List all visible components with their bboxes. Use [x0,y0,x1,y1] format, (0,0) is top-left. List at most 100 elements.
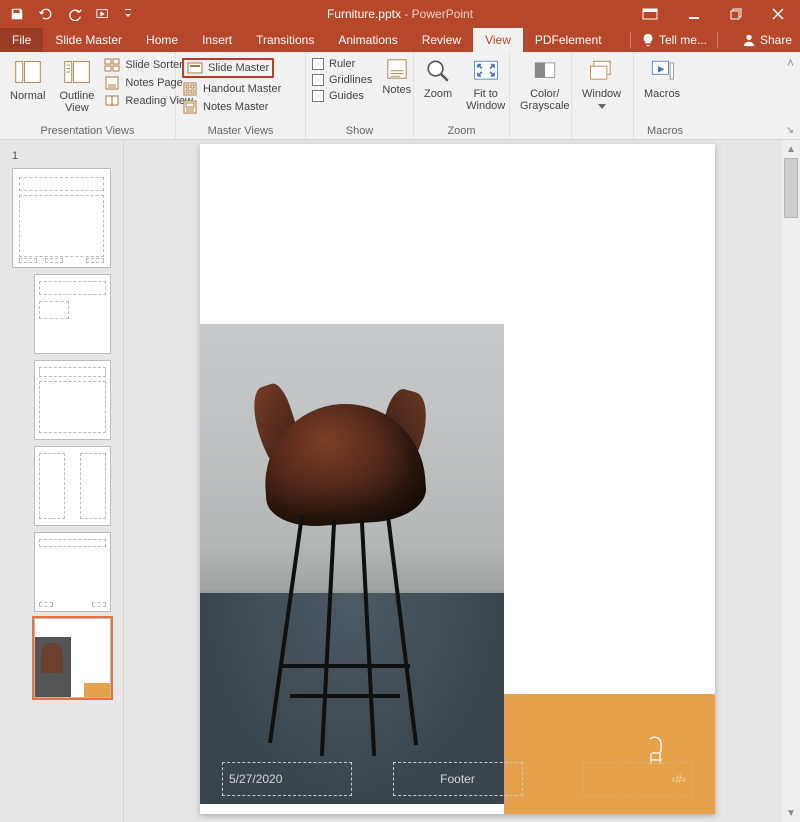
notes-pane-button[interactable]: Notes [378,54,415,96]
ribbon-options-icon[interactable] [642,8,658,20]
document-filename: Furniture.pptx [327,7,401,21]
zoom-icon [425,58,451,84]
gridlines-checkbox[interactable]: Gridlines [312,74,372,86]
normal-view-icon [14,58,42,86]
notes-master-label: Notes Master [203,101,268,113]
tab-slide-master[interactable]: Slide Master [43,28,134,52]
fit-to-window-button[interactable]: Fit to Window [462,54,509,112]
master-thumbnail[interactable] [12,168,111,268]
normal-view-label: Normal [10,90,45,102]
app-name: PowerPoint [412,7,473,21]
tab-review[interactable]: Review [410,28,473,52]
color-grayscale-button[interactable]: Color/ Grayscale [516,54,574,112]
notes-icon [386,58,408,80]
slide-master-button[interactable]: Slide Master [182,58,281,78]
undo-icon[interactable] [38,7,54,21]
window-button[interactable]: Window [578,54,625,109]
window-title: Furniture.pptx - PowerPoint [327,7,473,21]
ribbon: Normal Outline View Slide Sorter Notes P… [0,52,800,140]
redo-icon[interactable] [68,7,82,21]
layout-thumbnail-1[interactable] [34,274,111,354]
chair-image[interactable] [200,324,504,804]
checkbox-icon [312,74,324,86]
reading-view-icon [104,94,120,108]
group-show-label: Show [312,125,407,139]
collapse-ribbon-icon[interactable]: ˄ [787,56,794,70]
share-button[interactable]: Share [742,33,792,47]
scroll-up-icon[interactable]: ▲ [782,140,800,158]
ruler-label: Ruler [329,58,355,70]
slide-number-placeholder[interactable]: ‹#› [583,762,693,796]
layout-thumbnail-3[interactable] [34,446,111,526]
group-presentation-views: Normal Outline View Slide Sorter Notes P… [0,52,176,139]
macros-button[interactable]: Macros [640,54,684,100]
fit-to-window-label: Fit to Window [466,88,505,112]
close-icon[interactable] [772,8,784,20]
guides-checkbox[interactable]: Guides [312,90,372,102]
orange-shape[interactable] [504,694,715,814]
minimize-icon[interactable] [688,8,700,20]
window-icon [589,58,615,84]
tab-view[interactable]: View [473,28,523,52]
tab-home[interactable]: Home [134,28,190,52]
tab-file[interactable]: File [0,28,43,52]
scrollbar-thumb[interactable] [784,158,798,218]
start-from-beginning-icon[interactable] [96,7,110,21]
handout-master-icon [182,82,198,96]
ruler-checkbox[interactable]: Ruler [312,58,372,70]
tab-transitions[interactable]: Transitions [244,28,326,52]
vertical-scrollbar[interactable]: ▲ ▼ [782,140,800,822]
tab-pdfelement[interactable]: PDFelement [523,28,614,52]
qat-more-icon[interactable] [124,7,132,21]
guides-label: Guides [329,90,364,102]
handout-master-label: Handout Master [203,83,281,95]
footer-placeholder[interactable]: Footer [393,762,523,796]
notes-page-icon [104,76,120,90]
zoom-button[interactable]: Zoom [420,54,456,100]
group-master-views: Slide Master Handout Master Notes Master… [176,52,306,139]
group-macros-label-text: Macros [640,125,690,139]
show-dialog-launcher-icon[interactable]: ↘ [786,125,794,136]
outline-view-label: Outline View [59,90,94,114]
color-grayscale-label: Color/ Grayscale [520,88,570,112]
thumbnail-panel: 1 [0,140,124,822]
checkbox-icon [312,58,324,70]
quick-access-toolbar [10,7,132,21]
outline-view-button[interactable]: Outline View [55,54,98,114]
notes-master-button[interactable]: Notes Master [182,100,281,114]
person-icon [742,33,756,47]
layout-thumbnail-4[interactable] [34,532,111,612]
window-label: Window [582,88,621,100]
slide-master-label: Slide Master [208,62,269,74]
scroll-down-icon[interactable]: ▼ [782,804,800,822]
slide-sorter-label: Slide Sorter [125,59,182,71]
checkbox-icon [312,90,324,102]
slide-master-icon [187,61,203,75]
handout-master-button[interactable]: Handout Master [182,82,281,96]
group-zoom: Zoom Fit to Window Zoom [414,52,510,139]
group-macros: Macros Macros [634,52,696,139]
dropdown-icon [598,104,606,109]
tell-me[interactable]: Tell me... [641,33,707,47]
macros-icon [649,58,675,84]
tab-insert[interactable]: Insert [190,28,244,52]
group-color-label [516,137,565,139]
master-slide-canvas[interactable]: 5/27/2020 Footer ‹#› [200,144,715,814]
notes-master-icon [182,100,198,114]
group-window-label [578,137,627,139]
slide-editing-area[interactable]: 5/27/2020 Footer ‹#› ▲ ▼ [124,140,800,822]
share-label: Share [760,33,792,47]
tell-me-label: Tell me... [659,33,707,47]
date-placeholder[interactable]: 5/27/2020 [222,762,352,796]
footer-placeholder-text: Footer [440,772,475,786]
lightbulb-icon [641,33,655,47]
normal-view-button[interactable]: Normal [6,54,49,102]
slide-sorter-icon [104,58,120,72]
group-master-views-label: Master Views [182,125,299,139]
layout-thumbnail-5[interactable] [34,618,111,698]
save-icon[interactable] [10,7,24,21]
restore-icon[interactable] [730,8,742,20]
notes-pane-label: Notes [382,84,411,96]
layout-thumbnail-2[interactable] [34,360,111,440]
tab-animations[interactable]: Animations [326,28,409,52]
